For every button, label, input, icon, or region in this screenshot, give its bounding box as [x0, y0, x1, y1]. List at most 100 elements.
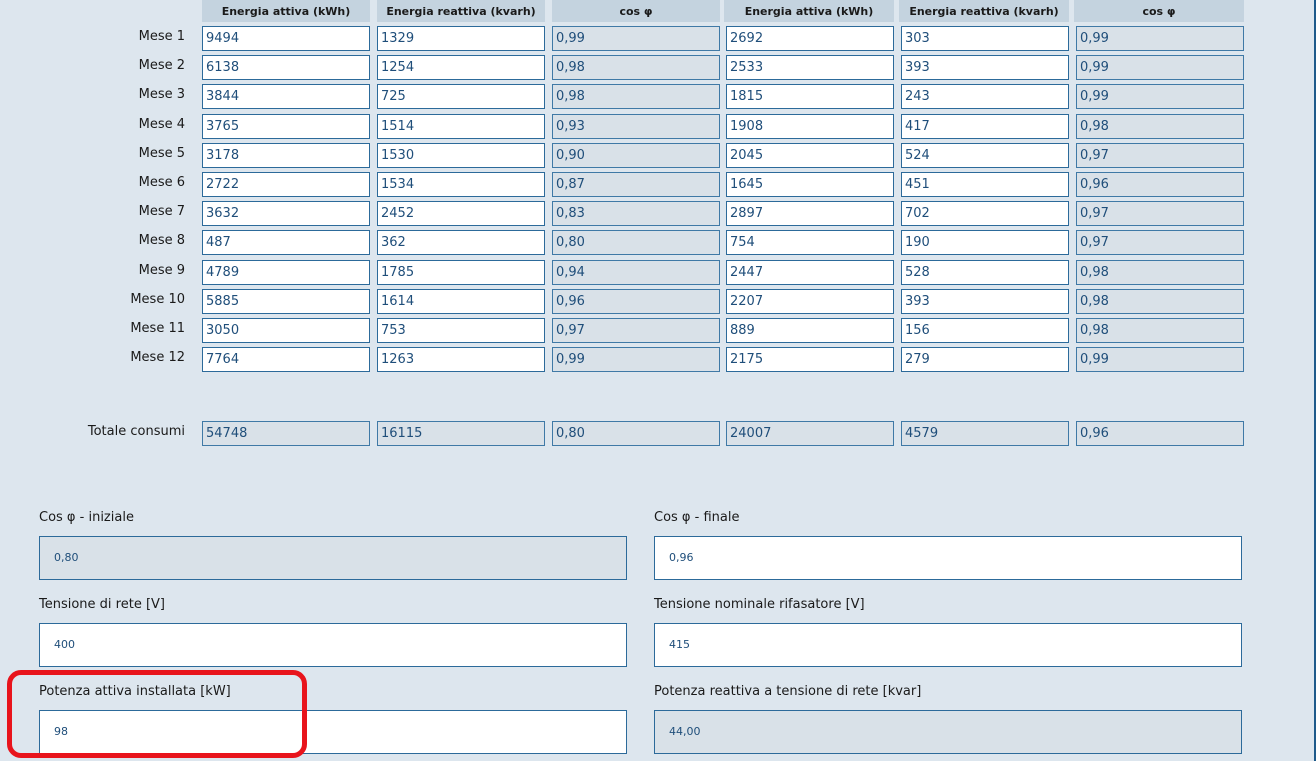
cos-final-cell: 0,98: [1076, 259, 1244, 285]
energy-active-final-cell[interactable]: 2207: [726, 288, 894, 314]
energy-active-final-cell[interactable]: 2692: [726, 26, 894, 51]
header-energy-reactive-2: Energia reattiva (kvarh): [899, 0, 1069, 22]
total-energy-active-final-cell: 24007: [726, 421, 894, 446]
energy-reactive-cell[interactable]: 1534: [377, 172, 545, 197]
energy-active-cell[interactable]: 3765: [202, 113, 370, 139]
row-label: Mese 4: [138, 116, 185, 132]
cos-final-cell: 0,99: [1076, 55, 1244, 81]
cos-final-cell: 0,97: [1076, 201, 1244, 227]
energy-reactive-cell[interactable]: 1530: [377, 142, 545, 168]
cos-final-cell: 0,97: [1076, 142, 1244, 168]
total-cos-final-cell: 0,96: [1076, 421, 1244, 446]
energy-active-final-cell[interactable]: 1645: [726, 172, 894, 197]
reactive-power-label: Potenza reattiva a tensione di rete [kva…: [654, 684, 922, 699]
energy-reactive-final-cell[interactable]: 393: [901, 288, 1069, 314]
energy-reactive-cell[interactable]: 1614: [377, 288, 545, 314]
energy-active-final-cell[interactable]: 1815: [726, 84, 894, 110]
cos-final-cell: 0,99: [1076, 347, 1244, 373]
energy-reactive-cell[interactable]: 1254: [377, 55, 545, 81]
row-label: Mese 9: [138, 262, 185, 278]
energy-active-final-cell[interactable]: 1908: [726, 113, 894, 139]
energy-active-cell[interactable]: 6138: [202, 55, 370, 81]
energy-reactive-final-cell[interactable]: 417: [901, 113, 1069, 139]
cos-final-label: Cos φ - finale: [654, 510, 740, 525]
energy-reactive-final-cell[interactable]: 303: [901, 26, 1069, 51]
row-label: Mese 8: [138, 233, 185, 249]
total-energy-reactive-cell: 16115: [377, 421, 545, 446]
energy-reactive-cell[interactable]: 362: [377, 230, 545, 256]
cos-final-cell: 0,98: [1076, 113, 1244, 139]
cos-final-cell: 0,97: [1076, 230, 1244, 256]
cos-final-cell: 0,99: [1076, 26, 1244, 51]
energy-active-cell[interactable]: 3844: [202, 84, 370, 110]
energy-active-final-cell[interactable]: 2045: [726, 142, 894, 168]
row-label: Mese 3: [138, 87, 185, 103]
cos-cell: 0,93: [552, 113, 720, 139]
cos-cell: 0,83: [552, 201, 720, 227]
energy-active-cell[interactable]: 9494: [202, 26, 370, 51]
cos-initial-label: Cos φ - iniziale: [39, 510, 134, 525]
cos-cell: 0,98: [552, 84, 720, 110]
grid-voltage-input[interactable]: 400: [39, 623, 627, 667]
cos-final-cell: 0,98: [1076, 318, 1244, 343]
row-label: Mese 6: [138, 175, 185, 190]
cos-cell: 0,99: [552, 347, 720, 373]
cos-final-cell: 0,96: [1076, 172, 1244, 197]
header-energy-reactive-1: Energia reattiva (kvarh): [377, 0, 545, 22]
capacitor-voltage-label: Tensione nominale rifasatore [V]: [654, 597, 865, 612]
energy-active-final-cell[interactable]: 754: [726, 230, 894, 256]
header-cos-1: cos φ: [552, 0, 720, 22]
row-label: Mese 12: [130, 350, 185, 366]
energy-active-final-cell[interactable]: 2447: [726, 259, 894, 285]
energy-reactive-cell[interactable]: 1329: [377, 26, 545, 51]
row-label: Mese 10: [130, 291, 185, 307]
cos-final-cell: 0,99: [1076, 84, 1244, 110]
cos-final-cell: 0,98: [1076, 288, 1244, 314]
cos-cell: 0,97: [552, 318, 720, 343]
energy-active-final-cell[interactable]: 889: [726, 318, 894, 343]
energy-reactive-cell[interactable]: 753: [377, 318, 545, 343]
energy-reactive-final-cell[interactable]: 190: [901, 230, 1069, 256]
energy-reactive-final-cell[interactable]: 451: [901, 172, 1069, 197]
installed-power-input[interactable]: 98: [39, 710, 627, 754]
total-energy-reactive-final-cell: 4579: [901, 421, 1069, 446]
installed-power-label: Potenza attiva installata [kW]: [39, 684, 231, 699]
energy-reactive-cell[interactable]: 1785: [377, 259, 545, 285]
cos-cell: 0,80: [552, 230, 720, 256]
energy-reactive-final-cell[interactable]: 243: [901, 84, 1069, 110]
energy-reactive-final-cell[interactable]: 702: [901, 201, 1069, 227]
energy-active-cell[interactable]: 5885: [202, 288, 370, 314]
energy-active-cell[interactable]: 3178: [202, 142, 370, 168]
capacitor-voltage-input[interactable]: 415: [654, 623, 1242, 667]
energy-active-cell[interactable]: 487: [202, 230, 370, 256]
energy-reactive-cell[interactable]: 2452: [377, 201, 545, 227]
energy-active-cell[interactable]: 4789: [202, 259, 370, 285]
energy-reactive-cell[interactable]: 1514: [377, 113, 545, 139]
grid-voltage-label: Tensione di rete [V]: [39, 597, 165, 612]
energy-reactive-cell[interactable]: 1263: [377, 347, 545, 373]
row-label: Mese 2: [138, 58, 185, 74]
cos-cell: 0,87: [552, 172, 720, 197]
energy-reactive-final-cell[interactable]: 524: [901, 142, 1069, 168]
energy-active-cell[interactable]: 3632: [202, 201, 370, 227]
row-label: Mese 7: [138, 204, 185, 220]
cos-final-input[interactable]: 0,96: [654, 536, 1242, 580]
energy-active-cell[interactable]: 7764: [202, 347, 370, 373]
header-cos-2: cos φ: [1074, 0, 1244, 22]
energy-active-final-cell[interactable]: 2175: [726, 347, 894, 373]
energy-reactive-final-cell[interactable]: 279: [901, 347, 1069, 373]
energy-reactive-final-cell[interactable]: 528: [901, 259, 1069, 285]
cos-cell: 0,96: [552, 288, 720, 314]
energy-reactive-cell[interactable]: 725: [377, 84, 545, 110]
energy-active-final-cell[interactable]: 2897: [726, 201, 894, 227]
energy-active-final-cell[interactable]: 2533: [726, 55, 894, 81]
energy-reactive-final-cell[interactable]: 156: [901, 318, 1069, 343]
totals-label: Totale consumi: [87, 424, 185, 439]
row-label: Mese 11: [130, 321, 185, 336]
cos-cell: 0,90: [552, 142, 720, 168]
energy-active-cell[interactable]: 2722: [202, 172, 370, 197]
reactive-power-field: 44,00: [654, 710, 1242, 754]
energy-reactive-final-cell[interactable]: 393: [901, 55, 1069, 81]
cos-cell: 0,98: [552, 55, 720, 81]
energy-active-cell[interactable]: 3050: [202, 318, 370, 343]
